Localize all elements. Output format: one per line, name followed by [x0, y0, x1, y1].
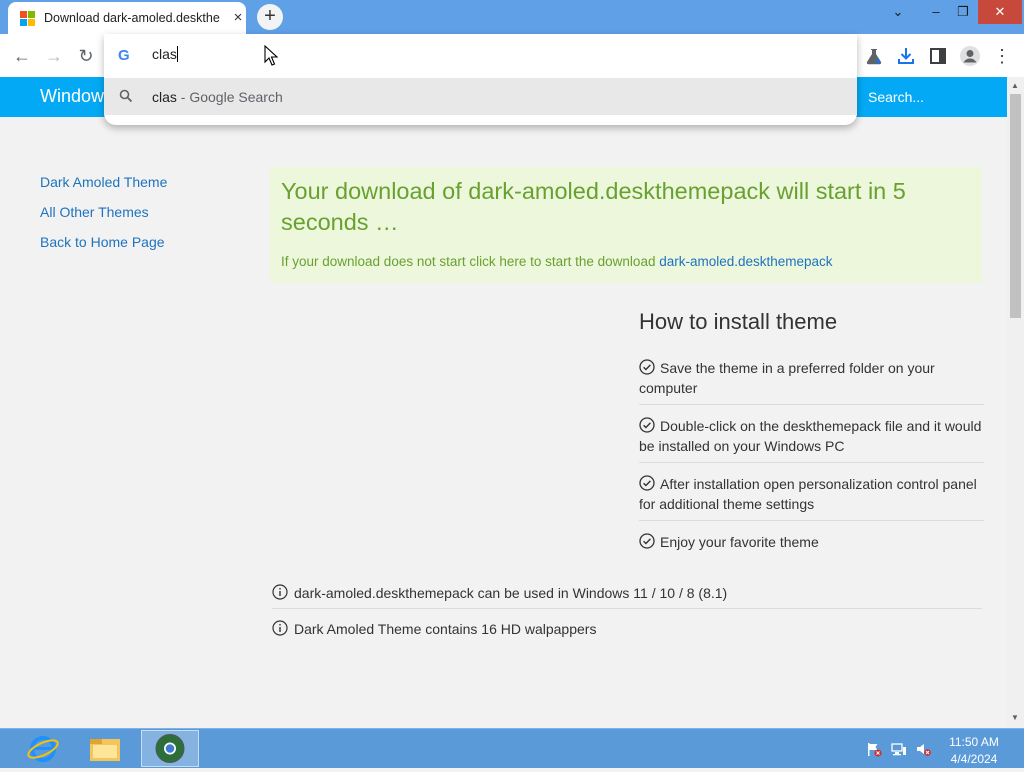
minimize-button[interactable]: – — [922, 0, 950, 24]
clock-date[interactable]: 4/4/2024 — [938, 752, 1010, 766]
divider — [639, 462, 984, 463]
install-step: Enjoy your favorite theme — [639, 532, 984, 552]
install-step-text: After installation open personalization … — [639, 476, 977, 512]
tab-strip: Download dark-amoled.deskthe × + ⌄ – ❐ ✕ — [0, 0, 1024, 34]
chrome-icon[interactable] — [141, 730, 199, 767]
clock-time[interactable]: 11:50 AM — [938, 735, 1010, 749]
tab-title: Download dark-amoled.deskthe — [44, 11, 220, 25]
site-search-input[interactable]: Search... — [868, 89, 924, 105]
omnibox-suggestion[interactable]: clas - Google Search — [104, 78, 857, 115]
search-icon — [119, 89, 133, 103]
divider — [639, 404, 984, 405]
check-circle-icon — [639, 533, 655, 549]
omnibox-dropdown[interactable]: G clas clas - Google Search — [104, 34, 857, 125]
install-step-text: Save the theme in a preferred folder on … — [639, 360, 935, 396]
labs-flask-icon[interactable] — [862, 44, 886, 68]
info-compatibility: dark-amoled.deskthemepack can be used in… — [272, 584, 727, 601]
info-icon — [272, 620, 288, 636]
check-circle-icon — [639, 475, 655, 491]
text-caret — [176, 46, 178, 62]
internet-explorer-icon[interactable] — [14, 730, 72, 767]
window-close-button[interactable]: ✕ — [978, 0, 1022, 24]
new-tab-button[interactable]: + — [257, 4, 283, 30]
check-circle-icon — [639, 417, 655, 433]
scroll-up-arrow-icon[interactable]: ▲ — [1011, 81, 1019, 90]
install-step-text: Enjoy your favorite theme — [660, 534, 819, 550]
install-heading: How to install theme — [639, 309, 838, 334]
sidebar-link-dark-amoled-theme[interactable]: Dark Amoled Theme — [40, 174, 167, 190]
side-panel-icon[interactable] — [926, 44, 950, 68]
kebab-menu-icon[interactable]: ⋮ — [990, 44, 1014, 68]
page-scrollbar[interactable]: ▲ ▼ — [1007, 77, 1024, 728]
download-notice-subtitle: If your download does not start click he… — [281, 254, 833, 269]
suggestion-description: - Google Search — [176, 89, 283, 105]
download-link[interactable]: dark-amoled.deskthemepack — [659, 254, 832, 269]
info-wallpapers: Dark Amoled Theme contains 16 HD walpapp… — [272, 620, 596, 637]
tab-search-chevron-icon[interactable]: ⌄ — [884, 0, 912, 24]
download-notice: Your download of dark-amoled.deskthemepa… — [270, 167, 982, 283]
tab-close-icon[interactable]: × — [228, 8, 248, 28]
reload-button[interactable]: ↻ — [72, 42, 100, 70]
speaker-muted-icon[interactable] — [915, 741, 931, 757]
install-step: After installation open personalization … — [639, 474, 984, 514]
network-icon[interactable] — [891, 741, 907, 757]
mouse-pointer-icon — [264, 44, 279, 67]
divider — [639, 520, 984, 521]
info-icon — [272, 584, 288, 600]
action-center-flag-icon[interactable] — [866, 741, 882, 757]
sidebar-link-home-page[interactable]: Back to Home Page — [40, 234, 165, 250]
info-compatibility-text: dark-amoled.deskthemepack can be used in… — [294, 585, 728, 601]
check-circle-icon — [639, 359, 655, 375]
forward-button[interactable]: → — [40, 42, 68, 70]
install-step: Save the theme in a preferred folder on … — [639, 358, 984, 398]
install-step-text: Double-click on the deskthemepack file a… — [639, 418, 982, 454]
divider — [272, 608, 982, 609]
suggestion-query: clas — [152, 89, 177, 105]
google-g-icon: G — [118, 47, 130, 64]
site-brand[interactable]: Window — [40, 86, 104, 107]
info-wallpapers-text: Dark Amoled Theme contains 16 HD walpapp… — [294, 621, 597, 637]
browser-tab[interactable]: Download dark-amoled.deskthe × — [8, 2, 246, 34]
taskbar: 11:50 AM 4/4/2024 — [0, 728, 1024, 768]
download-notice-title: Your download of dark-amoled.deskthemepa… — [281, 178, 906, 235]
omnibox-input-text: clas — [152, 46, 177, 62]
scrollbar-thumb[interactable] — [1010, 94, 1021, 318]
download-notice-text: If your download does not start click he… — [281, 254, 660, 269]
windows-logo-icon — [20, 11, 35, 26]
restore-button[interactable]: ❐ — [950, 0, 976, 24]
install-step: Double-click on the deskthemepack file a… — [639, 416, 984, 456]
download-icon[interactable] — [894, 44, 918, 68]
back-button[interactable]: ← — [8, 42, 36, 70]
file-explorer-icon[interactable] — [76, 730, 134, 767]
profile-icon[interactable] — [958, 44, 982, 68]
omnibox-input[interactable]: clas — [152, 46, 178, 62]
scroll-down-arrow-icon[interactable]: ▼ — [1011, 713, 1019, 722]
sidebar-link-all-other-themes[interactable]: All Other Themes — [40, 204, 149, 220]
